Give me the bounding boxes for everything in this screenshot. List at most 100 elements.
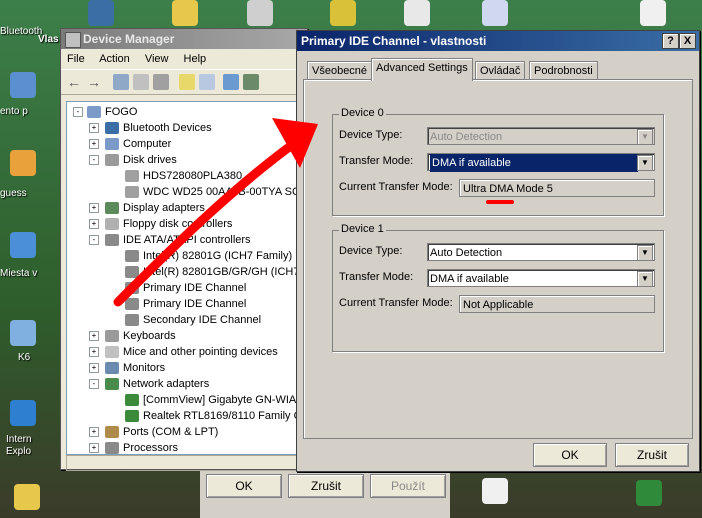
view-icon[interactable] <box>199 74 215 90</box>
tree-category[interactable]: + Processors <box>89 440 178 454</box>
menu-help[interactable]: Help <box>184 53 207 65</box>
collapse-icon[interactable]: - <box>89 235 99 245</box>
update-driver-icon[interactable] <box>243 74 259 90</box>
tree-node-label: IDE ATA/ATAPI controllers <box>123 234 251 246</box>
desktop-computer-icon[interactable] <box>10 72 36 98</box>
desktop-shortcut-icon[interactable] <box>247 0 273 26</box>
tree-device[interactable]: HDS728080PLA380 <box>125 168 242 184</box>
desktop-folder-icon[interactable] <box>172 0 198 26</box>
tree-device[interactable]: Primary IDE Channel <box>125 280 246 296</box>
device-manager-app-icon <box>65 32 81 48</box>
device0-transfer-select[interactable]: DMA if available ▼ <box>427 153 655 172</box>
collapse-icon[interactable]: - <box>89 155 99 165</box>
tree-device[interactable]: [CommView] Gigabyte GN-WIAG <box>125 392 303 408</box>
tree-category[interactable]: + Computer <box>89 136 172 152</box>
device1-current-label: Current Transfer Mode: <box>339 297 453 309</box>
desktop-doc2-icon[interactable] <box>482 478 508 504</box>
expand-icon[interactable]: + <box>89 443 99 453</box>
expand-icon[interactable]: + <box>89 363 99 373</box>
device1-transfer-select[interactable]: DMA if available ▼ <box>427 269 655 287</box>
device-tree[interactable]: - FOGO + Bluetooth Devices + Computer - Disk … <box>66 101 304 455</box>
desktop-label: Intern <box>6 434 32 445</box>
tree-category[interactable]: + Monitors <box>89 360 165 376</box>
tree-device[interactable]: Secondary IDE Channel <box>125 312 261 328</box>
menu-action[interactable]: Action <box>99 53 130 65</box>
tree-category[interactable]: + Floppy disk controllers <box>89 216 232 232</box>
collapse-icon[interactable]: - <box>73 107 83 117</box>
tree-category[interactable]: + Keyboards <box>89 328 176 344</box>
expand-icon[interactable]: + <box>89 427 99 437</box>
tree-category[interactable]: + Bluetooth Devices <box>89 120 212 136</box>
menu-file[interactable]: File <box>67 53 85 65</box>
properties-title: Primary IDE Channel - vlastnosti <box>301 34 487 48</box>
desktop-calendar-icon[interactable] <box>482 0 508 26</box>
help-button[interactable]: ? <box>662 33 679 49</box>
forward-arrow-icon[interactable]: → <box>87 74 103 90</box>
desktop-ie-icon[interactable] <box>10 400 36 426</box>
tab-driver[interactable]: Ovládač <box>475 61 526 80</box>
tree-category[interactable]: + Mice and other pointing devices <box>89 344 278 360</box>
tree-node-label: Realtek RTL8169/8110 Family G <box>143 410 303 422</box>
print-icon[interactable] <box>153 74 169 90</box>
tree-node-label: Computer <box>123 138 172 150</box>
tab-general[interactable]: Všeobecné <box>307 61 373 80</box>
tree-category[interactable]: - Disk drives <box>89 152 177 168</box>
properties-icon[interactable] <box>113 74 129 90</box>
expand-icon[interactable]: + <box>89 139 99 149</box>
tree-node-label: Intel(R) 82801G (ICH7 Family) U <box>143 250 304 262</box>
desktop-k6-icon[interactable] <box>10 320 36 346</box>
expand-icon[interactable]: + <box>89 331 99 341</box>
tree-device[interactable]: Primary IDE Channel <box>125 296 246 312</box>
menu-bar: File Action View Help <box>61 49 307 69</box>
tree-category[interactable]: + Ports (COM & LPT) <box>89 424 218 440</box>
background-cancel-button[interactable]: Zrušit <box>288 474 364 498</box>
desktop-jpg-icon[interactable] <box>10 150 36 176</box>
tree-category[interactable]: - IDE ATA/ATAPI controllers <box>89 232 251 248</box>
device-icon <box>105 138 119 151</box>
tree-node-label: WDC WD25 00AAJB-00TYA SCSI <box>143 186 304 198</box>
desktop-folder2-icon[interactable] <box>14 484 40 510</box>
chevron-down-icon[interactable]: ▼ <box>637 271 653 287</box>
refresh-icon[interactable] <box>133 74 149 90</box>
tree-category[interactable]: - Network adapters <box>89 376 210 392</box>
desktop-file-icon[interactable] <box>640 0 666 26</box>
tree-device[interactable]: Realtek RTL8169/8110 Family G <box>125 408 302 424</box>
ok-button[interactable]: OK <box>533 443 607 467</box>
device0-current-label: Current Transfer Mode: <box>339 181 453 193</box>
desktop-package-icon[interactable] <box>330 0 356 26</box>
menu-view[interactable]: View <box>145 53 169 65</box>
help-icon[interactable] <box>179 74 195 90</box>
desktop-document-icon[interactable] <box>404 0 430 26</box>
device-icon <box>105 378 119 391</box>
tab-details[interactable]: Podrobnosti <box>529 61 598 80</box>
device-manager-titlebar[interactable]: Device Manager <box>61 29 307 49</box>
desktop-app-icon[interactable] <box>88 0 114 26</box>
background-ok-button[interactable]: OK <box>206 474 282 498</box>
tab-advanced-settings[interactable]: Advanced Settings <box>371 58 473 81</box>
chevron-down-icon[interactable]: ▼ <box>637 155 653 171</box>
expand-icon[interactable]: + <box>89 219 99 229</box>
properties-titlebar[interactable]: Primary IDE Channel - vlastnosti ? X <box>297 31 699 51</box>
expand-icon[interactable]: + <box>89 203 99 213</box>
tree-device[interactable]: Intel(R) 82801G (ICH7 Family) U <box>125 248 303 264</box>
expand-icon[interactable]: + <box>89 123 99 133</box>
cancel-button[interactable]: Zrušit <box>615 443 689 467</box>
device0-type-value: Auto Detection <box>430 131 503 143</box>
back-arrow-icon[interactable]: ← <box>67 74 83 90</box>
expand-icon[interactable]: + <box>89 347 99 357</box>
tree-root[interactable]: - FOGO <box>73 104 137 120</box>
tree-device[interactable]: WDC WD25 00AAJB-00TYA SCSI <box>125 184 304 200</box>
close-button[interactable]: X <box>679 33 696 49</box>
collapse-icon[interactable]: - <box>89 379 99 389</box>
tree-category[interactable]: + Display adapters <box>89 200 205 216</box>
desktop-label: Bluetooth <box>0 26 43 37</box>
tree-node-label: Network adapters <box>123 378 210 390</box>
desktop-network-icon[interactable] <box>10 232 36 258</box>
device1-type-select[interactable]: Auto Detection ▼ <box>427 243 655 261</box>
tree-device[interactable]: Intel(R) 82801GB/GR/GH (ICH7 <box>125 264 300 280</box>
scan-hardware-icon[interactable] <box>223 74 239 90</box>
desktop-excel-icon[interactable] <box>636 480 662 506</box>
chevron-down-icon[interactable]: ▼ <box>637 245 653 261</box>
background-dialog: OK Zrušit Použít <box>200 468 450 518</box>
desktop-label: K6 <box>18 352 31 363</box>
